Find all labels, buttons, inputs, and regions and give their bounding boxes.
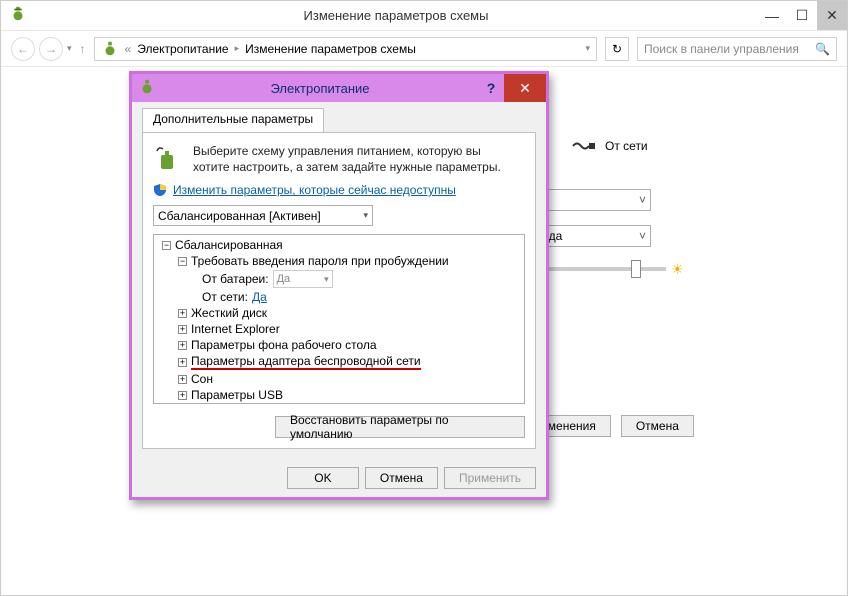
intro-text: Выберите схему управления питанием, кото… — [193, 143, 501, 175]
maximize-button[interactable]: ☐ — [787, 1, 817, 30]
breadcrumb-separator-icon: ▸ — [235, 43, 240, 54]
dialog-titlebar[interactable]: Электропитание ? ✕ — [132, 74, 546, 102]
expand-icon[interactable]: + — [178, 309, 187, 318]
battery-password-combo[interactable]: Да ▾ — [273, 270, 333, 288]
window-title: Изменение параметров схемы — [35, 8, 757, 23]
brightness-high-icon: ☀ — [671, 261, 684, 278]
unavailable-settings-link-row: Изменить параметры, которые сейчас недос… — [153, 183, 525, 197]
dialog-body: Дополнительные параметры Выберите схему … — [132, 102, 546, 459]
expand-icon[interactable]: + — [178, 375, 187, 384]
tree-leaf-net[interactable]: От сети: Да — [156, 289, 522, 305]
refresh-button[interactable]: ↻ — [605, 37, 629, 61]
titlebar: Изменение параметров схемы — ☐ ✕ — [1, 1, 847, 31]
settings-tree[interactable]: − Сбалансированная − Требовать введения … — [153, 234, 525, 404]
window-controls: — ☐ ✕ — [757, 1, 847, 30]
forward-button[interactable]: → — [39, 37, 63, 61]
address-bar[interactable]: « Электропитание ▸ Изменение параметров … — [94, 37, 597, 61]
intro-block: Выберите схему управления питанием, кото… — [153, 143, 525, 175]
uac-shield-icon — [153, 183, 167, 197]
chevron-down-icon: ▾ — [363, 210, 368, 221]
chevron-down-icon: ▾ — [324, 274, 329, 285]
plugged-in-header: От сети — [571, 139, 648, 153]
expand-icon[interactable]: + — [178, 325, 187, 334]
unavailable-settings-link[interactable]: Изменить параметры, которые сейчас недос… — [173, 183, 456, 197]
collapse-icon[interactable]: − — [162, 241, 171, 250]
power-plan-icon — [9, 5, 27, 26]
combo-value: Сбалансированная [Активен] — [158, 209, 321, 223]
power-options-dialog: Электропитание ? ✕ Дополнительные параме… — [129, 71, 549, 500]
tree-leaf-battery[interactable]: От батареи: Да ▾ — [156, 269, 522, 289]
slider-thumb[interactable] — [631, 260, 641, 278]
tab-advanced[interactable]: Дополнительные параметры — [142, 108, 324, 132]
apply-button[interactable]: Применить — [444, 467, 536, 489]
net-password-value[interactable]: Да — [252, 290, 267, 304]
breadcrumb-item[interactable]: Изменение параметров схемы — [245, 42, 416, 56]
up-button[interactable]: ↑ — [80, 42, 86, 56]
search-icon: 🔍 — [815, 42, 830, 56]
tab-content: Выберите схему управления питанием, кото… — [142, 132, 536, 449]
power-plan-combo[interactable]: Сбалансированная [Активен] ▾ — [153, 205, 373, 226]
search-placeholder: Поиск в панели управления — [644, 42, 815, 56]
expand-icon[interactable]: + — [178, 341, 187, 350]
dialog-close-button[interactable]: ✕ — [504, 74, 546, 102]
plugged-in-label: От сети — [605, 139, 648, 153]
back-button[interactable]: ← — [11, 37, 35, 61]
collapse-icon[interactable]: − — [178, 257, 187, 266]
search-input[interactable]: Поиск в панели управления 🔍 — [637, 37, 837, 61]
expand-icon[interactable]: + — [178, 391, 187, 400]
tree-node-desktop-bg[interactable]: + Параметры фона рабочего стола — [156, 337, 522, 353]
history-dropdown-icon[interactable]: ▾ — [67, 43, 72, 54]
minimize-button[interactable]: — — [757, 1, 787, 30]
tree-node-wireless[interactable]: + Параметры адаптера беспроводной сети — [156, 353, 522, 371]
tree-node-require-password[interactable]: − Требовать введения пароля при пробужде… — [156, 253, 522, 269]
expand-icon[interactable]: + — [178, 358, 187, 367]
close-button[interactable]: ✕ — [817, 1, 847, 30]
tree-node-hdd[interactable]: + Жесткий диск — [156, 305, 522, 321]
tree-node-sleep[interactable]: + Сон — [156, 371, 522, 387]
address-dropdown-icon[interactable]: ▾ — [585, 43, 590, 54]
tab-strip: Дополнительные параметры — [142, 108, 536, 132]
brightness-slider[interactable] — [531, 267, 666, 271]
tree-node-balanced[interactable]: − Сбалансированная — [156, 237, 522, 253]
cancel-button[interactable]: Отмена — [365, 467, 438, 489]
battery-plug-icon — [153, 143, 183, 173]
plug-icon — [571, 139, 597, 153]
control-panel-window: Изменение параметров схемы — ☐ ✕ ← → ▾ ↑… — [0, 0, 848, 596]
tree-node-usb[interactable]: + Параметры USB — [156, 387, 522, 403]
breadcrumb-start: « — [125, 42, 132, 56]
restore-defaults-button[interactable]: Восстановить параметры по умолчанию — [275, 416, 525, 438]
power-plan-icon — [101, 40, 119, 58]
ok-button[interactable]: OK — [287, 467, 359, 489]
cancel-button[interactable]: Отмена — [621, 415, 694, 437]
navbar: ← → ▾ ↑ « Электропитание ▸ Изменение пар… — [1, 31, 847, 67]
dialog-title: Электропитание — [162, 81, 478, 96]
dialog-footer: OK Отмена Применить — [132, 459, 546, 497]
help-button[interactable]: ? — [478, 74, 504, 102]
breadcrumb-item[interactable]: Электропитание — [137, 42, 228, 56]
power-plan-icon — [138, 78, 156, 99]
tree-node-ie[interactable]: + Internet Explorer — [156, 321, 522, 337]
